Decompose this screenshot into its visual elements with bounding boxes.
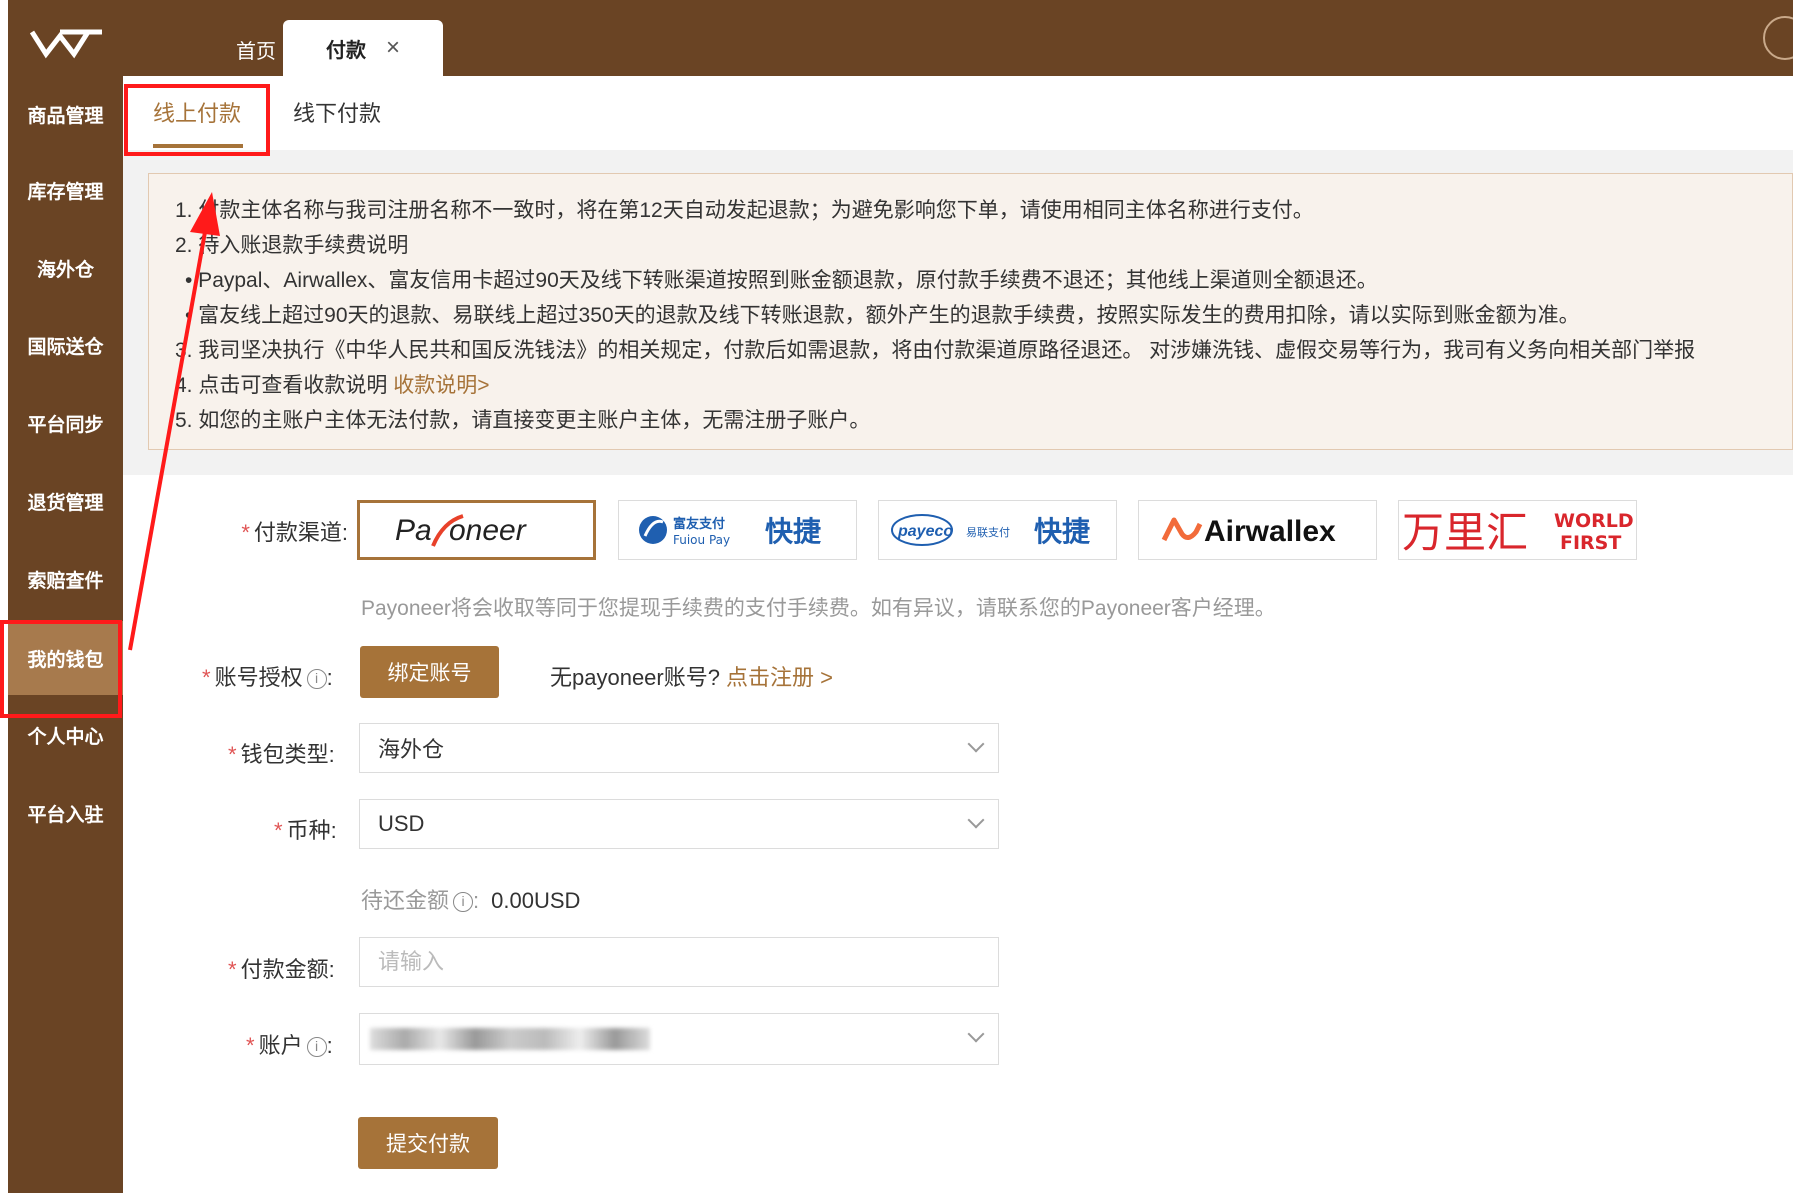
channel-payeco[interactable]: payeco 易联支付 快捷 <box>878 500 1117 560</box>
notice-line-7: 5. 如您的主账户主体无法付款，请直接变更主账户主体，无需注册子账户。 <box>175 409 871 432</box>
fuiou-logo-icon: 富友支付 Fuiou Pay 快捷 <box>638 515 821 548</box>
svg-text:Pa: Pa <box>395 514 432 547</box>
notice-line-4: • 富友线上超过90天的退款、易联线上超过350天的退款及线下转账退款，额外产生… <box>185 304 1580 327</box>
wallet-type-label: * 钱包类型: <box>228 742 335 767</box>
notice-line-5: 3. 我司坚决执行《中华人民共和国反洗钱法》的相关规定，付款后如需退款，将由付款… <box>175 339 1696 362</box>
worldfirst-logo-icon: 万里汇 WORLD FIRST <box>1402 508 1634 557</box>
subtab-offline-payment[interactable]: 线下付款 <box>293 96 381 128</box>
svg-text:易联支付: 易联支付 <box>966 526 1010 539</box>
sidebar: 商品管理 库存管理 海外仓 国际送仓 平台同步 退货管理 索赔查件 我的钱包 个… <box>8 0 123 1193</box>
svg-text:payeco: payeco <box>897 523 953 540</box>
currency-value: USD <box>378 811 425 836</box>
svg-text:富友支付: 富友支付 <box>673 516 725 532</box>
info-icon[interactable]: i <box>453 892 474 912</box>
account-label: * 账户 i: <box>246 1033 333 1058</box>
sidebar-item-intl-shipping[interactable]: 国际送仓 <box>8 308 123 382</box>
notice-line-6: 4. 点击可查看收款说明 收款说明> <box>175 369 489 399</box>
notice-line-2: 2. 待入账退款手续费说明 <box>175 234 409 257</box>
svg-text:快捷: 快捷 <box>1034 515 1090 548</box>
channel-fuiou[interactable]: 富友支付 Fuiou Pay 快捷 <box>618 500 857 560</box>
amount-label: * 付款金额: <box>228 957 335 982</box>
payment-notice: 1. 付款主体名称与我司注册名称不一致时，将在第12天自动发起退款；为避免影响您… <box>148 173 1793 450</box>
chevron-down-icon <box>967 1025 985 1043</box>
tab-payment-label: 付款 <box>325 39 366 62</box>
payment-subtabs: 线上付款 线下付款 <box>123 76 1793 150</box>
wallet-type-value: 海外仓 <box>378 737 445 762</box>
sidebar-item-platform-join[interactable]: 平台入驻 <box>8 776 123 850</box>
svg-text:快捷: 快捷 <box>765 515 821 548</box>
annotation-box-online-tab <box>124 84 270 156</box>
receipt-instructions-link[interactable]: 收款说明> <box>393 374 489 397</box>
currency-select[interactable]: USD <box>359 799 999 849</box>
payeco-logo-icon: payeco 易联支付 快捷 <box>890 514 1090 548</box>
notice-line-3: • Paypal、Airwallex、富友信用卡超过90天及线下转账渠道按照到账… <box>185 269 1378 292</box>
channel-hint: Payoneer将会收取等同于您提现手续费的支付手续费。如有异议，请联系您的Pa… <box>361 597 1276 620</box>
wallet-type-select[interactable]: 海外仓 <box>359 723 999 773</box>
bind-account-button[interactable]: 绑定账号 <box>360 646 499 698</box>
svg-text:Fuiou Pay: Fuiou Pay <box>673 533 730 547</box>
top-bar: 首页 付款 × <box>123 0 1793 76</box>
logo-icon <box>30 29 102 59</box>
airwallex-logo-icon: Airwallex <box>1161 515 1336 548</box>
chevron-down-icon <box>967 735 985 753</box>
info-icon[interactable]: i <box>306 1037 327 1057</box>
sidebar-item-claims[interactable]: 索赔查件 <box>8 542 123 616</box>
sidebar-item-products[interactable]: 商品管理 <box>8 77 123 151</box>
sidebar-item-platform-sync[interactable]: 平台同步 <box>8 386 123 460</box>
account-select[interactable] <box>359 1013 999 1065</box>
amount-input[interactable] <box>359 937 999 987</box>
svg-text:万里汇: 万里汇 <box>1402 508 1528 557</box>
register-link[interactable]: 点击注册 > <box>726 665 833 690</box>
close-icon[interactable]: × <box>386 34 400 62</box>
annotation-box-wallet <box>0 620 122 718</box>
channel-label: * 付款渠道: <box>241 520 348 545</box>
notice-line-1: 1. 付款主体名称与我司注册名称不一致时，将在第12天自动发起退款；为避免影响您… <box>175 199 1314 222</box>
register-prompt: 无payoneer账号? 点击注册 > <box>550 665 833 690</box>
sidebar-item-overseas-warehouse[interactable]: 海外仓 <box>8 231 123 305</box>
svg-text:WORLD: WORLD <box>1554 510 1634 532</box>
submit-payment-button[interactable]: 提交付款 <box>358 1117 498 1169</box>
notice-line-6-text: 4. 点击可查看收款说明 <box>175 374 388 397</box>
svg-text:FIRST: FIRST <box>1560 532 1621 554</box>
pending-amount-value: 0.00USD <box>491 888 581 913</box>
auth-label: * 账号授权 i: <box>202 665 333 690</box>
tab-payment[interactable]: 付款 × <box>283 20 443 76</box>
channel-airwallex[interactable]: Airwallex <box>1138 500 1377 560</box>
payoneer-logo-icon: Pa oneer <box>395 514 527 547</box>
chevron-down-icon <box>967 811 985 829</box>
svg-text:oneer: oneer <box>449 514 527 547</box>
redacted-account-value <box>370 1028 650 1050</box>
sidebar-item-inventory[interactable]: 库存管理 <box>8 153 123 227</box>
channel-worldfirst[interactable]: 万里汇 WORLD FIRST <box>1398 500 1637 560</box>
user-avatar[interactable] <box>1763 16 1793 60</box>
sidebar-item-returns[interactable]: 退货管理 <box>8 464 123 538</box>
channel-payoneer[interactable]: Pa oneer <box>357 500 596 560</box>
pending-amount: 待还金额 i:0.00USD <box>361 888 581 913</box>
svg-text:Airwallex: Airwallex <box>1204 515 1336 548</box>
info-icon[interactable]: i <box>306 669 327 689</box>
currency-label: * 币种: <box>274 818 337 843</box>
